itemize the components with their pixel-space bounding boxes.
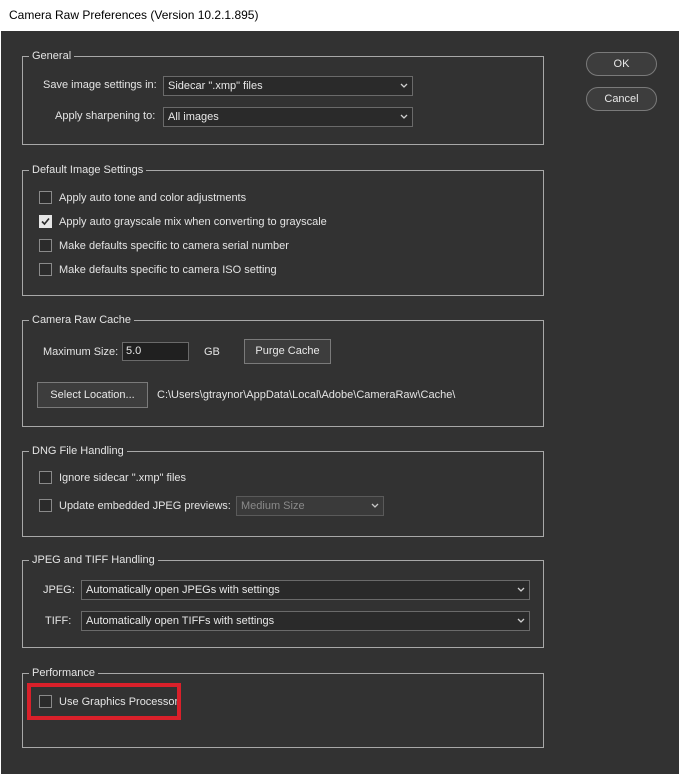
chevron-down-icon: [517, 618, 525, 623]
maximum-size-label: Maximum Size:: [43, 346, 119, 358]
general-group: General Save image settings in: Sidecar …: [22, 49, 544, 145]
jpeg-label: JPEG:: [43, 584, 75, 596]
cache-location-path: C:\Users\gtraynor\AppData\Local\Adobe\Ca…: [157, 389, 456, 401]
iso-setting-label: Make defaults specific to camera ISO set…: [59, 264, 277, 276]
apply-sharpening-value: All images: [168, 111, 219, 123]
window-title: Camera Raw Preferences (Version 10.2.1.8…: [9, 8, 259, 22]
maximum-size-input[interactable]: 5.0: [122, 342, 189, 361]
preview-size-value: Medium Size: [241, 500, 305, 512]
maximum-size-value: 5.0: [126, 345, 142, 357]
save-settings-select[interactable]: Sidecar ".xmp" files: [163, 76, 413, 96]
select-location-button[interactable]: Select Location...: [37, 382, 148, 408]
highlight-annotation: [27, 683, 181, 720]
chevron-down-icon: [517, 587, 525, 592]
chevron-down-icon: [371, 503, 379, 508]
ok-button[interactable]: OK: [586, 52, 657, 76]
serial-number-label: Make defaults specific to camera serial …: [59, 240, 289, 252]
ignore-sidecar-label: Ignore sidecar ".xmp" files: [59, 472, 187, 484]
cancel-button[interactable]: Cancel: [586, 87, 657, 111]
dng-file-handling-group: DNG File Handling Ignore sidecar ".xmp" …: [22, 444, 544, 537]
chevron-down-icon: [400, 83, 408, 88]
jpeg-tiff-handling-group: JPEG and TIFF Handling JPEG: Automatical…: [22, 553, 544, 648]
iso-setting-checkbox[interactable]: [39, 263, 52, 276]
preview-size-select[interactable]: Medium Size: [236, 496, 384, 516]
apply-sharpening-label: Apply sharpening to:: [55, 110, 156, 122]
jpeg-handling-select[interactable]: Automatically open JPEGs with settings: [81, 580, 530, 600]
tiff-handling-select[interactable]: Automatically open TIFFs with settings: [81, 611, 530, 631]
ignore-sidecar-checkbox[interactable]: [39, 471, 52, 484]
camera-raw-cache-group: Camera Raw Cache Maximum Size: 5.0 GB Pu…: [22, 313, 544, 427]
tiff-handling-value: Automatically open TIFFs with settings: [86, 615, 275, 627]
tiff-label: TIFF:: [45, 615, 72, 627]
performance-legend: Performance: [29, 666, 98, 680]
auto-grayscale-label: Apply auto grayscale mix when converting…: [59, 216, 327, 228]
general-legend: General: [29, 49, 75, 63]
chevron-down-icon: [400, 114, 408, 119]
default-image-settings-legend: Default Image Settings: [29, 163, 147, 177]
auto-tone-label: Apply auto tone and color adjustments: [59, 192, 247, 204]
auto-tone-checkbox[interactable]: [39, 191, 52, 204]
checkmark-icon: [41, 217, 50, 226]
jpeg-tiff-handling-legend: JPEG and TIFF Handling: [29, 553, 158, 567]
save-settings-label: Save image settings in:: [43, 79, 157, 91]
cache-size-unit: GB: [204, 346, 220, 358]
default-image-settings-group: Default Image Settings Apply auto tone a…: [22, 163, 544, 296]
save-settings-value: Sidecar ".xmp" files: [168, 80, 263, 92]
update-previews-checkbox[interactable]: [39, 499, 52, 512]
camera-raw-cache-legend: Camera Raw Cache: [29, 313, 135, 327]
auto-grayscale-checkbox[interactable]: [39, 215, 52, 228]
dialog-body: OK Cancel General Save image settings in…: [1, 31, 679, 774]
jpeg-handling-value: Automatically open JPEGs with settings: [86, 584, 280, 596]
window-title-bar: Camera Raw Preferences (Version 10.2.1.8…: [0, 0, 680, 31]
serial-number-checkbox[interactable]: [39, 239, 52, 252]
dng-file-handling-legend: DNG File Handling: [29, 444, 127, 458]
purge-cache-button[interactable]: Purge Cache: [244, 339, 331, 364]
update-previews-label: Update embedded JPEG previews:: [59, 500, 231, 512]
apply-sharpening-select[interactable]: All images: [163, 107, 413, 127]
